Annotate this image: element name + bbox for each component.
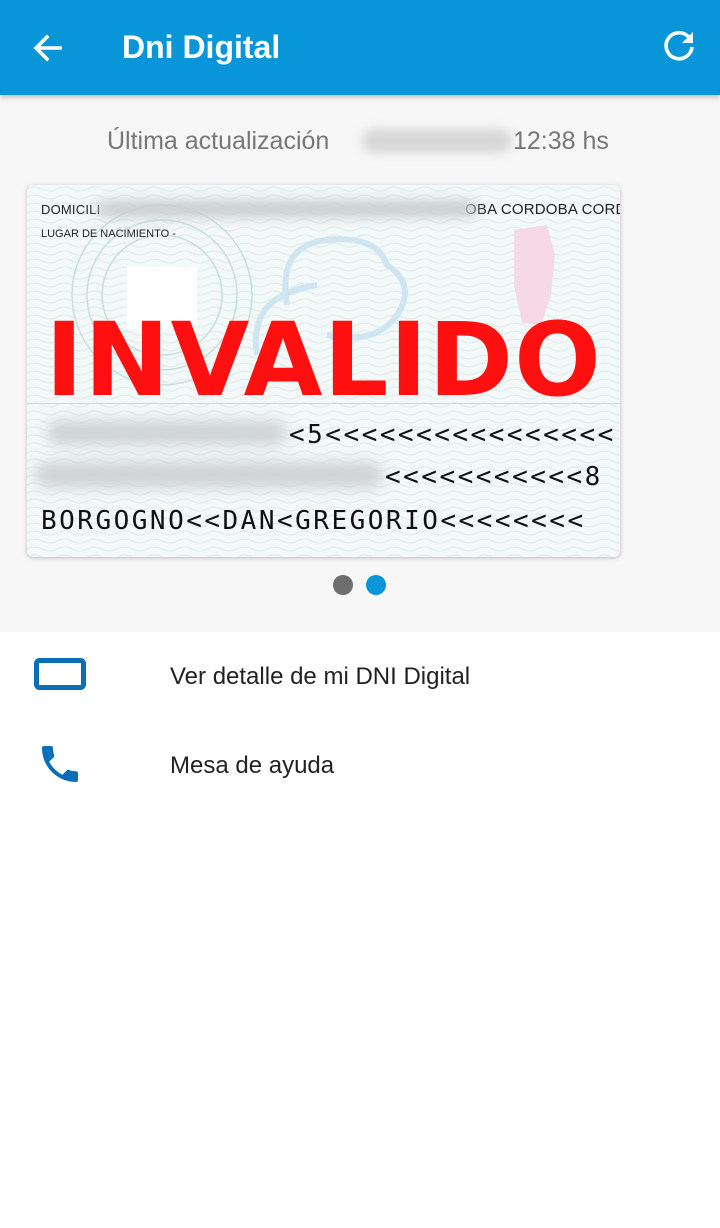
phone-icon <box>36 740 84 793</box>
view-dni-detail-item[interactable]: Ver detalle de mi DNI Digital <box>0 636 720 716</box>
redacted-mrz-1 <box>47 421 287 445</box>
page-title: Dni Digital <box>122 29 281 65</box>
mrz-line-1: <5<<<<<<<<<<<<<<<< <box>289 420 616 450</box>
app-bar: Dni Digital <box>0 0 720 95</box>
id-card-icon <box>34 658 86 697</box>
page-dot-1[interactable] <box>333 575 353 595</box>
redacted-mrz-2 <box>35 462 383 488</box>
help-desk-item[interactable]: Mesa de ayuda <box>0 726 720 806</box>
view-dni-detail-label: Ver detalle de mi DNI Digital <box>170 663 471 690</box>
refresh-button[interactable] <box>660 28 698 66</box>
mrz-divider <box>27 403 620 404</box>
domicilio-value: OBA CORDOBA CORDOBA <box>465 201 620 218</box>
page-dot-2-active[interactable] <box>366 575 386 595</box>
domicilio-field: DOMICILI OBA CORDOBA CORDOBA <box>41 201 620 218</box>
arrow-back-icon <box>33 34 62 62</box>
help-desk-label: Mesa de ayuda <box>170 752 335 779</box>
last-update-time: 12:38 hs <box>513 127 609 155</box>
dni-card[interactable]: DOMICILI OBA CORDOBA CORDOBA LUGAR DE NA… <box>27 185 620 557</box>
back-button[interactable] <box>28 30 68 66</box>
lugar-nacimiento-label: LUGAR DE NACIMIENTO - <box>41 228 176 240</box>
domicilio-label: DOMICILI <box>41 202 101 217</box>
redacted-address <box>97 201 477 217</box>
page-indicator <box>332 575 392 597</box>
last-update-row: Última actualización 12:38 hs <box>0 125 720 159</box>
redacted-date <box>362 129 512 153</box>
mrz-line-2: <<<<<<<<<<<8 <box>385 462 603 492</box>
invalid-stamp: INVALIDO <box>45 301 602 420</box>
last-update-label: Última actualización <box>107 127 330 155</box>
mrz-line-3: BORGOGNO<<DAN<GREGORIO<<<<<<<< <box>41 506 586 536</box>
refresh-icon <box>664 30 694 61</box>
